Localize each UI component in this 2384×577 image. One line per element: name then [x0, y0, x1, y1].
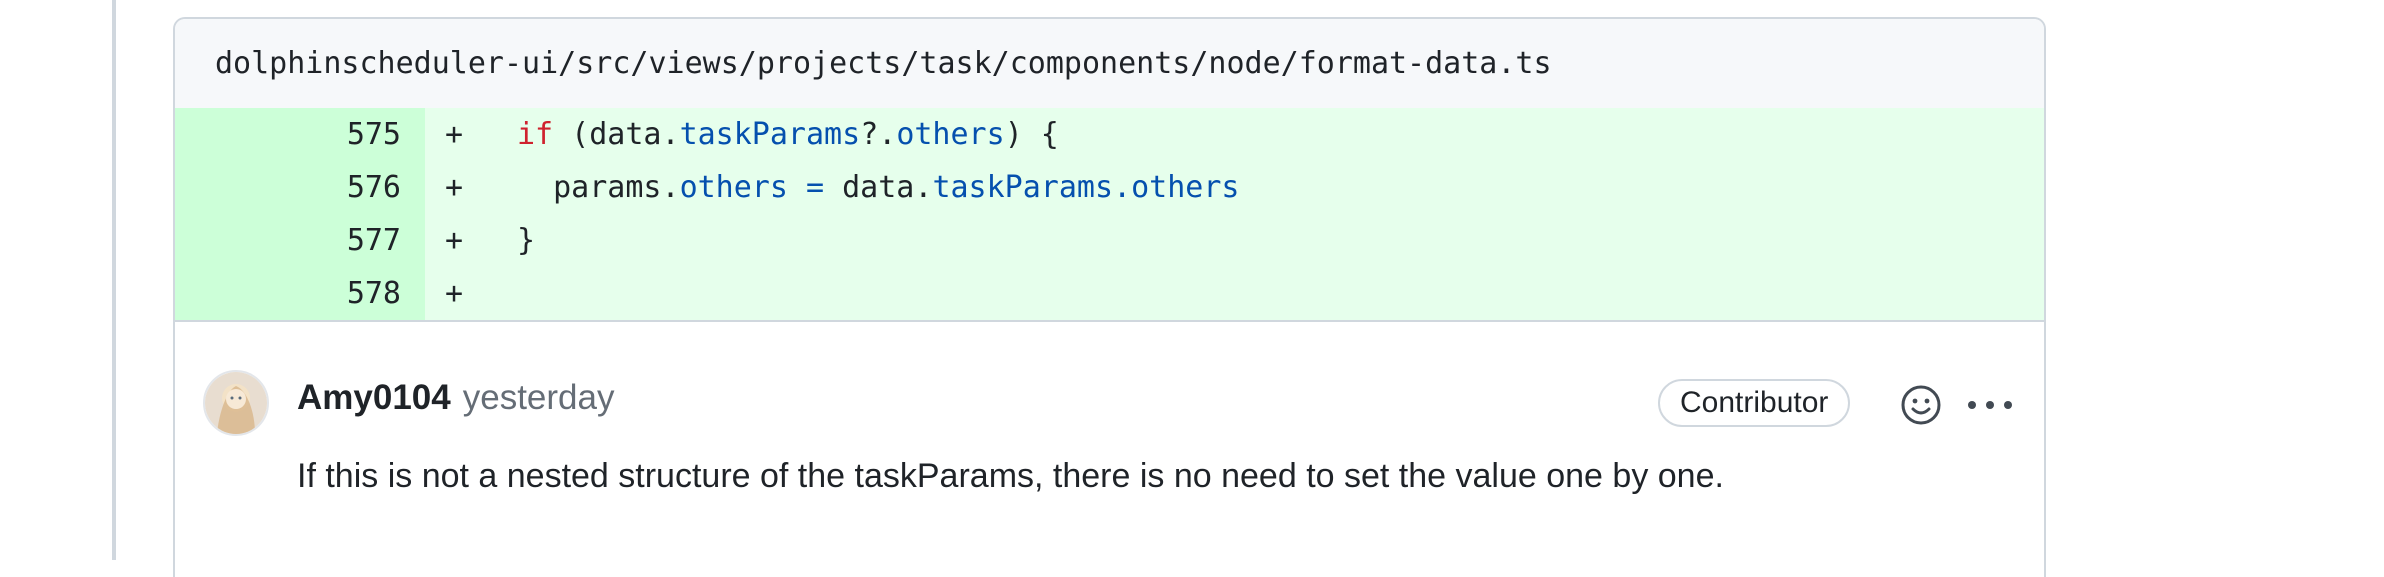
smiley-icon[interactable]: [1898, 382, 1944, 428]
diff-row: 576 + params.others = data.taskParams.ot…: [175, 161, 2044, 214]
timeline-line: [112, 0, 116, 560]
comment-header: Amy0104 yesterday: [297, 378, 614, 418]
diff-marker: +: [445, 223, 464, 258]
keyword: if: [517, 117, 554, 152]
file-path-header[interactable]: dolphinscheduler-ui/src/views/projects/t…: [175, 19, 2044, 108]
avatar-image-icon: [205, 372, 267, 434]
code-operator: =: [787, 170, 843, 205]
diff-marker: +: [445, 117, 464, 152]
contributor-badge: Contributor: [1658, 379, 1851, 427]
comment-body: If this is not a nested structure of the…: [297, 457, 1724, 495]
diff-marker: +: [445, 276, 464, 311]
line-number[interactable]: 578: [175, 267, 425, 320]
line-number[interactable]: 576: [175, 161, 425, 214]
code-text: (data.: [553, 117, 680, 152]
code-property: others: [1131, 170, 1240, 205]
code-text: }: [517, 223, 536, 258]
diff-table: 575 + if (data.taskParams?.others) { 576 …: [175, 108, 2044, 320]
avatar[interactable]: [203, 370, 269, 436]
code-line: +: [425, 267, 2044, 320]
diff-row: 578 +: [175, 267, 2044, 320]
code-text: ?.: [860, 117, 897, 152]
diff-row: 577 +}: [175, 214, 2044, 267]
code-text: params.: [517, 170, 680, 205]
code-property: taskParams: [932, 170, 1114, 205]
code-property: others: [679, 170, 788, 205]
code-line: + params.others = data.taskParams.others: [425, 161, 2044, 214]
code-line: + if (data.taskParams?.others) {: [425, 108, 2044, 161]
code-text: .: [1113, 170, 1132, 205]
diff-marker: +: [445, 170, 464, 205]
code-property: others: [896, 117, 1005, 152]
author-name[interactable]: Amy0104: [297, 378, 451, 418]
file-path[interactable]: dolphinscheduler-ui/src/views/projects/t…: [215, 46, 1552, 81]
review-thread: dolphinscheduler-ui/src/views/projects/t…: [173, 17, 2046, 577]
review-comment: Amy0104 yesterday Contributor If this is…: [175, 322, 2044, 577]
line-number[interactable]: 575: [175, 108, 425, 161]
code-text: ) {: [1004, 117, 1059, 152]
code-text: data.: [842, 170, 933, 205]
code-property: taskParams: [679, 117, 861, 152]
diff-row: 575 + if (data.taskParams?.others) {: [175, 108, 2044, 161]
code-line: +}: [425, 214, 2044, 267]
timestamp[interactable]: yesterday: [463, 378, 615, 418]
line-number[interactable]: 577: [175, 214, 425, 267]
kebab-horizontal-icon[interactable]: [1965, 382, 2015, 428]
